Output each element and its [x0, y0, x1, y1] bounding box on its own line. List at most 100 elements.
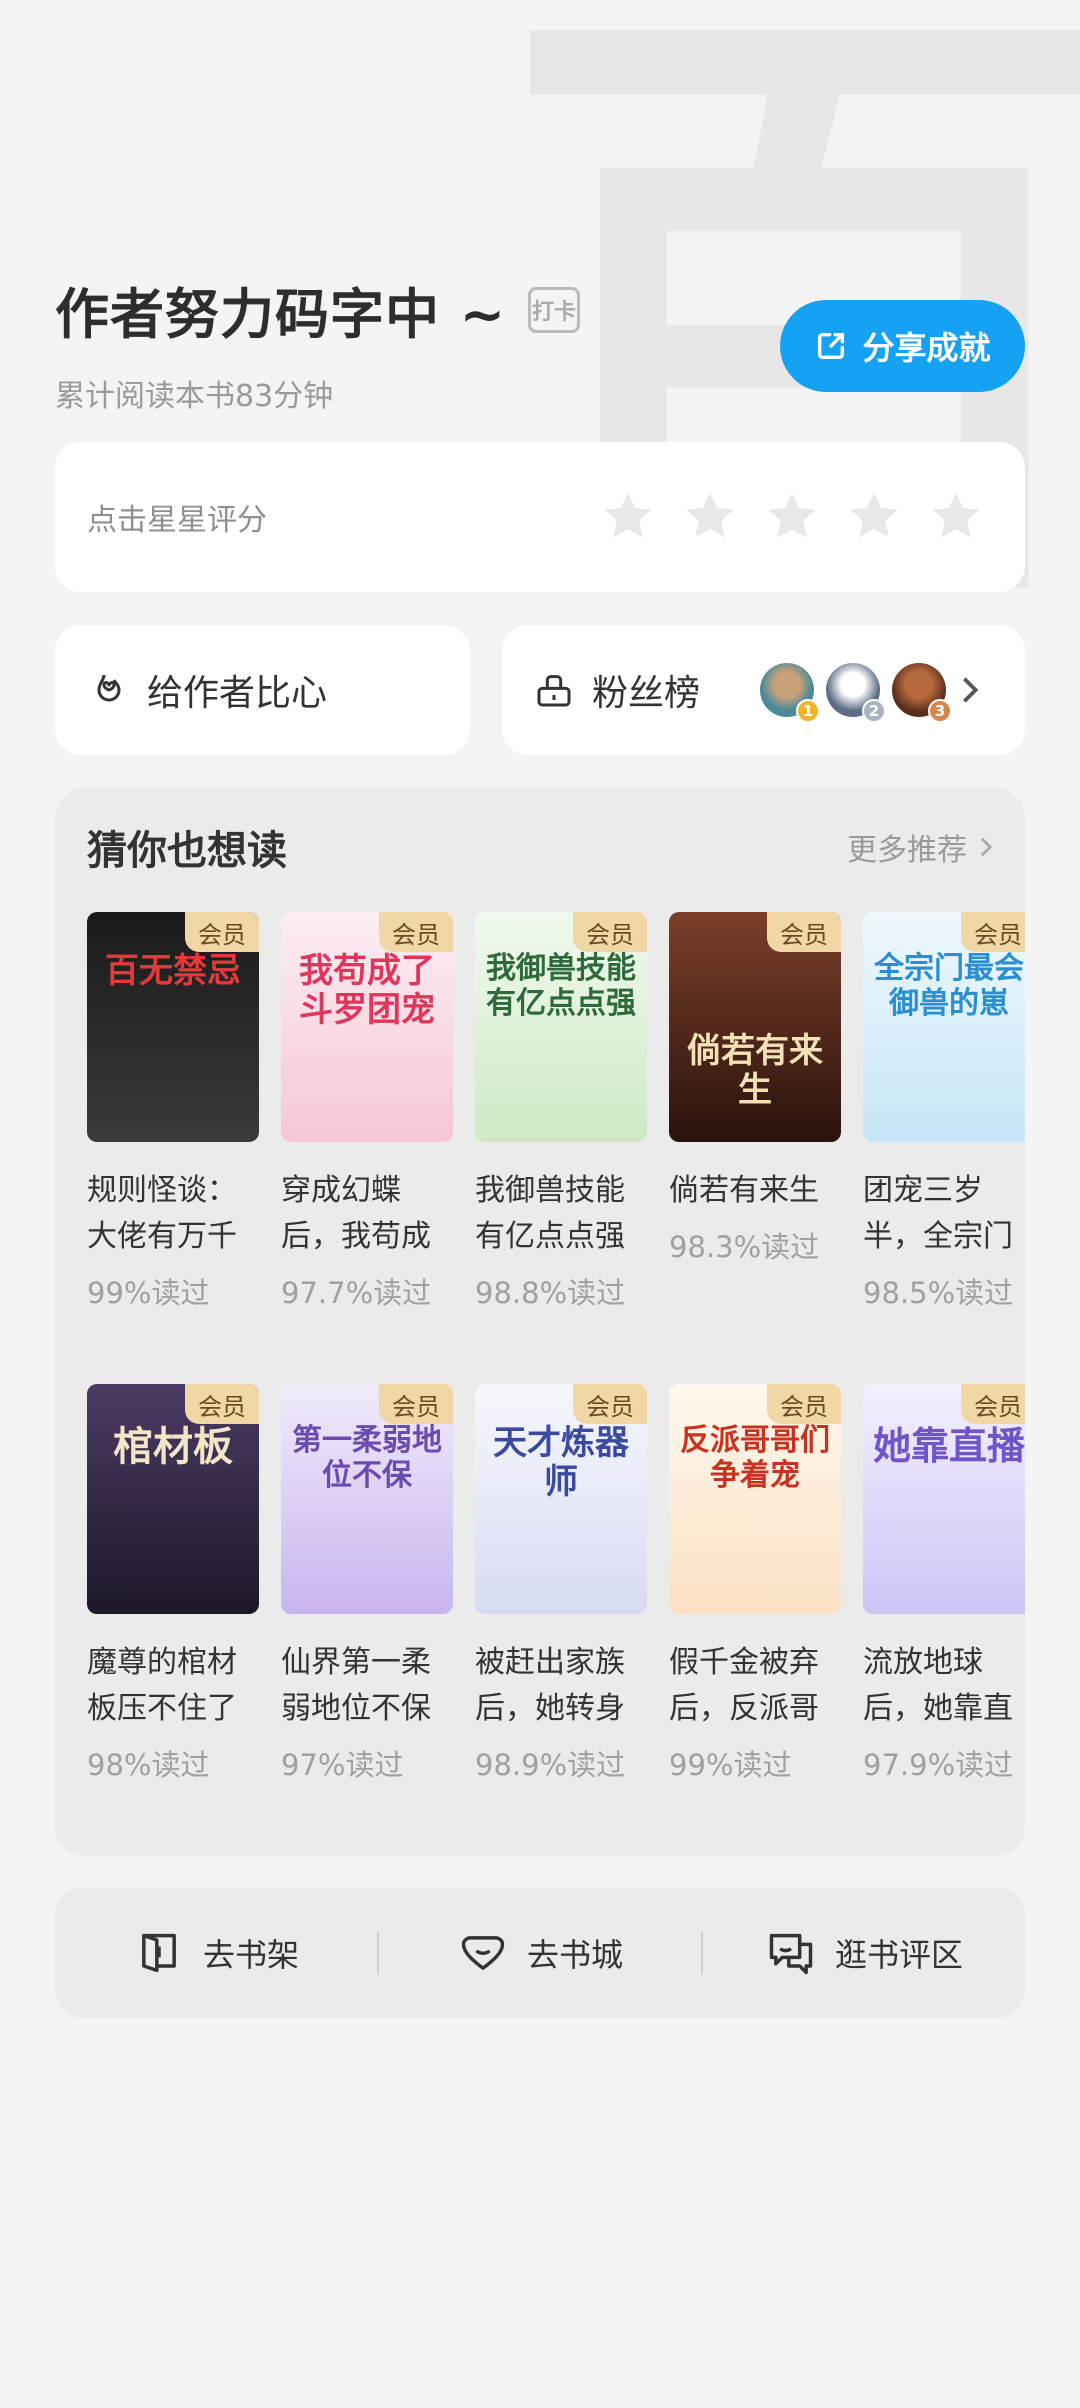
book-card[interactable]: 棺材板 会员 魔尊的棺材板压不住了 98%读过	[87, 1384, 259, 1784]
avatar[interactable]: 1	[760, 663, 821, 723]
top-fans: 1 2 3	[760, 663, 953, 723]
chevron-right-icon	[980, 837, 993, 857]
book-card[interactable]: 我御兽技能有亿点点强 会员 我御兽技能有亿点点强 98.8%读过	[475, 912, 647, 1312]
read-percent: 97.7%读过	[281, 1276, 432, 1310]
cover-title: 倘若有来生	[687, 1031, 823, 1111]
cover-title: 百无禁忌	[105, 951, 241, 991]
cover-title: 反派哥哥们争着宠	[680, 1423, 830, 1493]
book-cover: 我御兽技能有亿点点强 会员	[475, 912, 647, 1142]
avatar[interactable]: 2	[826, 663, 887, 723]
tip-author-button[interactable]: 给作者比心	[55, 625, 470, 755]
cover-title: 她靠直播	[872, 1423, 1025, 1468]
recommend-section: 猜你也想读 更多推荐 百无禁忌 会员 规则怪谈：大佬有万千 99%读过 我苟成了…	[55, 788, 1025, 1856]
star-icon[interactable]	[763, 488, 821, 546]
book-card[interactable]: 她靠直播 会员 流放地球后，她靠直 97.9%读过	[863, 1384, 1025, 1784]
vip-badge: 会员	[185, 912, 259, 952]
book-card[interactable]: 天才炼器师 会员 被赶出家族后，她转身 98.9%读过	[475, 1384, 647, 1784]
star-icon[interactable]	[599, 488, 657, 546]
book-review-label: 逛书评区	[834, 1936, 963, 1974]
read-percent: 97.9%读过	[863, 1748, 1014, 1782]
book-cover: 天才炼器师 会员	[475, 1384, 647, 1614]
vip-badge: 会员	[379, 1384, 453, 1424]
book-cover: 棺材板 会员	[87, 1384, 259, 1614]
share-achievement-button[interactable]: 分享成就	[780, 300, 1025, 392]
rating-stars	[599, 488, 985, 546]
vip-badge: 会员	[961, 912, 1025, 952]
fan-ranking-label: 粉丝榜	[592, 673, 701, 714]
rank-badge: 1	[796, 699, 821, 723]
vip-badge: 会员	[767, 912, 841, 952]
book-card[interactable]: 全宗门最会御兽的崽 会员 团宠三岁半，全宗门 98.5%读过	[863, 912, 1025, 1312]
book-card[interactable]: 我苟成了斗罗团宠 会员 穿成幻蝶后，我苟成 97.7%读过	[281, 912, 453, 1312]
read-percent: 98.9%读过	[475, 1748, 626, 1782]
rating-label: 点击星星评分	[87, 503, 267, 538]
recommend-title: 猜你也想读	[87, 828, 287, 874]
trophy-icon	[537, 675, 571, 707]
fan-ranking-button[interactable]: 粉丝榜 1 2 3	[502, 625, 1025, 755]
comments-icon	[769, 1933, 813, 1975]
vip-badge: 会员	[185, 1384, 259, 1424]
vip-badge: 会员	[379, 912, 453, 952]
book-cover: 反派哥哥们争着宠 会员	[669, 1384, 841, 1614]
read-percent: 99%读过	[87, 1276, 210, 1310]
avatar[interactable]: 3	[892, 663, 953, 723]
book-card[interactable]: 倘若有来生 会员 倘若有来生 98.3%读过	[669, 912, 841, 1266]
book-title: 倘若有来生	[669, 1173, 819, 1208]
book-cover: 倘若有来生 会员	[669, 912, 841, 1142]
book-card[interactable]: 百无禁忌 会员 规则怪谈：大佬有万千 99%读过	[87, 912, 259, 1312]
read-percent: 99%读过	[669, 1748, 792, 1782]
book-review-button[interactable]: 逛书评区	[703, 1927, 1025, 1979]
read-percent: 98%读过	[87, 1748, 210, 1782]
book-title: 被赶出家族后，她转身	[475, 1645, 625, 1726]
cover-title: 我御兽技能有亿点点强	[486, 951, 636, 1021]
cover-title: 全宗门最会御兽的崽	[874, 951, 1024, 1021]
book-title: 魔尊的棺材板压不住了	[87, 1645, 237, 1726]
more-recommend-link[interactable]: 更多推荐	[847, 825, 993, 869]
read-percent: 98.8%读过	[475, 1276, 626, 1310]
book-card[interactable]: 第一柔弱地位不保 会员 仙界第一柔弱地位不保 97%读过	[281, 1384, 453, 1784]
cover-title: 棺材板	[113, 1423, 233, 1470]
rating-card: 点击星星评分	[55, 442, 1025, 592]
book-cover: 全宗门最会御兽的崽 会员	[863, 912, 1025, 1142]
cover-title: 我苟成了斗罗团宠	[299, 951, 435, 1031]
go-bookshelf-label: 去书架	[202, 1936, 299, 1974]
book-title: 假千金被弃后，反派哥	[669, 1645, 819, 1726]
book-card[interactable]: 反派哥哥们争着宠 会员 假千金被弃后，反派哥 99%读过	[669, 1384, 841, 1784]
rank-badge: 2	[862, 699, 887, 723]
star-icon[interactable]	[927, 488, 985, 546]
star-icon[interactable]	[845, 488, 903, 546]
go-bookstore-button[interactable]: 去书城	[379, 1927, 701, 1979]
star-icon[interactable]	[681, 488, 739, 546]
bottom-action-bar: 去书架 去书城 逛书评区	[55, 1888, 1025, 2018]
go-bookshelf-button[interactable]: 去书架	[55, 1927, 377, 1979]
checkin-badge[interactable]: 打卡	[528, 286, 581, 333]
vip-badge: 会员	[961, 1384, 1025, 1424]
read-percent: 97%读过	[281, 1748, 404, 1782]
book-title: 流放地球后，她靠直	[863, 1645, 1013, 1726]
book-cover: 百无禁忌 会员	[87, 912, 259, 1142]
cover-title: 第一柔弱地位不保	[292, 1423, 442, 1493]
vip-badge: 会员	[573, 912, 647, 952]
rank-badge: 3	[928, 699, 953, 723]
bookstore-icon	[461, 1936, 505, 1970]
book-title: 穿成幻蝶后，我苟成	[281, 1173, 431, 1254]
more-recommend-label: 更多推荐	[847, 833, 967, 868]
book-title: 团宠三岁半，全宗门	[863, 1173, 1013, 1254]
achievement-header: 作者努力码字中 ~ 打卡 累计阅读本书83分钟 分享成就	[55, 270, 1025, 420]
go-bookstore-label: 去书城	[526, 1936, 623, 1974]
vip-badge: 会员	[767, 1384, 841, 1424]
page-title: 作者努力码字中 ~	[55, 283, 507, 346]
share-label: 分享成就	[862, 329, 991, 367]
book-cover: 我苟成了斗罗团宠 会员	[281, 912, 453, 1142]
book-title: 规则怪谈：大佬有万千	[87, 1173, 237, 1254]
read-percent: 98.5%读过	[863, 1276, 1014, 1310]
read-percent: 98.3%读过	[669, 1230, 820, 1264]
book-cover: 第一柔弱地位不保 会员	[281, 1384, 453, 1614]
book-title: 我御兽技能有亿点点强	[475, 1173, 625, 1254]
bookshelf-icon	[142, 1933, 176, 1973]
cover-title: 天才炼器师	[493, 1423, 629, 1503]
book-cover: 她靠直播 会员	[863, 1384, 1025, 1614]
tip-author-label: 给作者比心	[147, 673, 328, 714]
chevron-right-icon	[963, 677, 979, 703]
heart-hand-icon	[97, 674, 121, 702]
